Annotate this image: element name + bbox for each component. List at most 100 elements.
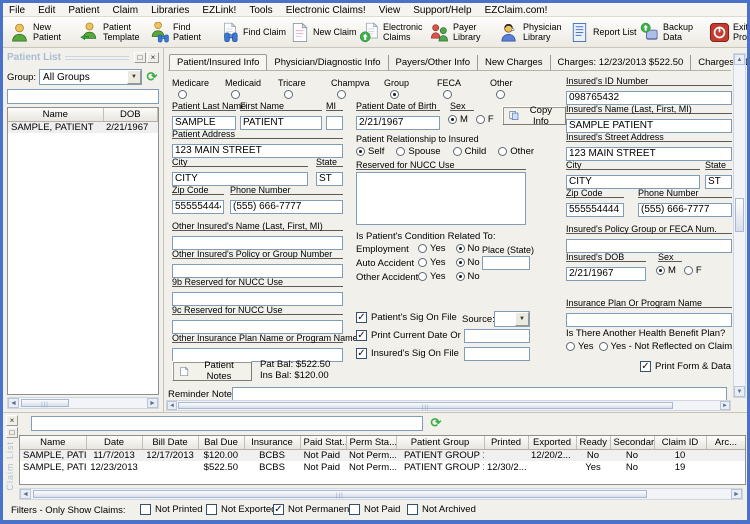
radio-f[interactable]: F	[475, 114, 494, 125]
checkbox-patients-sig-on-file[interactable]: ✓ Patient's Sig On File	[356, 312, 457, 323]
patient-state-input[interactable]	[316, 171, 343, 186]
radio-no[interactable]: No	[455, 243, 480, 254]
scroll-up-icon[interactable]: ▲	[734, 54, 745, 65]
nucc-9b-input[interactable]	[172, 291, 343, 306]
insured-id-input[interactable]	[566, 90, 732, 105]
patient-first-name-input[interactable]	[240, 115, 322, 130]
nucc-9c-input[interactable]	[172, 319, 343, 334]
print-date-input[interactable]	[464, 329, 530, 343]
column-header-bal-due[interactable]: Bal Due	[198, 436, 245, 450]
radio-m[interactable]: M	[448, 114, 468, 125]
patient-search-input[interactable]	[7, 89, 159, 104]
patient-list-hscrollbar[interactable]: ◄ ► |||	[7, 397, 159, 409]
insureds-sig-input[interactable]	[464, 347, 530, 361]
scroll-left-icon[interactable]: ◄	[8, 398, 19, 408]
copy-info-button[interactable]: Copy Info	[502, 105, 566, 127]
insured-state-input[interactable]	[705, 174, 732, 189]
checkbox-print-current-date[interactable]: ✓ Print Current Date Or	[356, 330, 461, 341]
scroll-left-icon[interactable]: ◄	[167, 401, 177, 410]
tab-charges-1[interactable]: Charges: 12/23/2013 $522.50	[551, 55, 692, 70]
radio-medicare[interactable]: Medicare	[172, 78, 225, 99]
radio-no[interactable]: No	[455, 257, 480, 268]
table-row-0[interactable]: SAMPLE, PATIENT 2/21/1967	[8, 121, 158, 133]
toolbar-find-claim[interactable]: Find Claim	[219, 22, 289, 43]
scroll-down-icon[interactable]: ▼	[734, 386, 745, 397]
column-header-name[interactable]: Name	[20, 436, 87, 450]
menu-electronic-claims[interactable]: Electronic Claims!	[286, 5, 366, 16]
radio-group[interactable]: Group	[384, 78, 437, 99]
radio-m[interactable]: M	[656, 265, 676, 276]
claim-search-input[interactable]	[31, 416, 423, 431]
menu-ezlink[interactable]: EZLink!	[202, 5, 236, 16]
column-header-paid-stat[interactable]: Paid Stat...	[300, 436, 347, 450]
radio-yes[interactable]: Yes	[418, 243, 446, 254]
table-row-0[interactable]: SAMPLE, PATI...11/7/201312/17/2013$120.0…	[20, 449, 745, 461]
toolbar-electronic-claims[interactable]: Electronic Claims	[359, 22, 429, 43]
toolbar-physician-library[interactable]: Physician Library	[499, 22, 569, 43]
column-header-patient-group[interactable]: Patient Group	[396, 436, 485, 450]
scroll-thumb[interactable]: |||	[178, 402, 674, 411]
radio-self[interactable]: Self	[356, 146, 384, 157]
column-header-secondary[interactable]: Secondary	[610, 436, 655, 450]
patient-dob-input[interactable]	[356, 115, 440, 130]
toolbar-patient-template[interactable]: Patient Template	[79, 22, 149, 43]
column-header-ready-fo[interactable]: Ready fo...	[576, 436, 611, 450]
insured-policy-input[interactable]	[566, 238, 732, 253]
scroll-right-icon[interactable]: ►	[147, 398, 158, 408]
panel-close-button[interactable]: ×	[147, 52, 159, 63]
tab-payers-other-info[interactable]: Payers/Other Info	[389, 55, 478, 70]
menu-libraries[interactable]: Libraries	[151, 5, 189, 16]
column-header-name[interactable]: Name	[8, 108, 104, 122]
radio-yes[interactable]: Yes	[418, 257, 446, 268]
other-insured-name-input[interactable]	[172, 235, 343, 250]
radio-tricare[interactable]: Tricare	[278, 78, 331, 99]
radio-spouse[interactable]: Spouse	[396, 146, 441, 157]
patient-last-name-input[interactable]	[172, 115, 236, 130]
insured-phone-input[interactable]	[638, 202, 732, 217]
column-header-insurance[interactable]: Insurance	[244, 436, 301, 450]
tab-patient-insured-info[interactable]: Patient/Insured Info	[169, 54, 268, 70]
toolbar-report-list[interactable]: Report List	[569, 22, 639, 43]
form-hscrollbar[interactable]: ◄ ► |||	[166, 400, 731, 411]
menu-tools[interactable]: Tools	[249, 5, 272, 16]
radio-champva[interactable]: Champva	[331, 78, 384, 99]
menu-ezclaim-com[interactable]: EZClaim.com!	[485, 5, 548, 16]
radio-feca[interactable]: FECA	[437, 78, 490, 99]
other-insured-policy-input[interactable]	[172, 263, 343, 278]
checkbox-not-exported[interactable]: Not Exported	[206, 504, 276, 515]
radio-other[interactable]: Other	[490, 78, 543, 99]
scroll-right-icon[interactable]: ►	[720, 401, 730, 410]
radio-yes-not-reflected-on-claim[interactable]: Yes - Not Reflected on Claim	[598, 341, 732, 352]
insured-dob-input[interactable]	[566, 266, 646, 281]
patient-notes-button[interactable]: Patient Notes	[172, 360, 252, 382]
patient-city-input[interactable]	[172, 171, 308, 186]
radio-f[interactable]: F	[683, 265, 702, 276]
scroll-thumb[interactable]: |||	[33, 490, 647, 499]
scroll-thumb[interactable]: |||	[21, 399, 69, 408]
menu-support-help[interactable]: Support/Help	[413, 5, 471, 16]
insurance-plan-input[interactable]	[566, 312, 732, 327]
tab-physician-diagnostic-info[interactable]: Physician/Diagnostic Info	[267, 55, 389, 70]
column-header-dob[interactable]: DOB	[103, 108, 158, 122]
toolbar-new-claim[interactable]: New Claim	[289, 22, 359, 43]
radio-other[interactable]: Other	[498, 146, 534, 157]
patient-phone-input[interactable]	[230, 199, 343, 214]
patient-zip-input[interactable]	[172, 199, 224, 214]
toolbar-backup-data[interactable]: Backup Data	[639, 22, 709, 43]
table-row-1[interactable]: SAMPLE, PATI...12/23/2013$522.50BCBSNot …	[20, 461, 745, 473]
radio-yes[interactable]: Yes	[418, 271, 446, 282]
patient-address-input[interactable]	[172, 143, 343, 158]
checkbox-not-printed[interactable]: Not Printed	[140, 504, 203, 515]
radio-yes[interactable]: Yes	[566, 341, 594, 352]
menu-claim[interactable]: Claim	[113, 5, 139, 16]
insured-name-input[interactable]	[566, 118, 732, 133]
reserved-nucc-textarea[interactable]	[356, 172, 526, 225]
column-header-date[interactable]: Date	[86, 436, 143, 450]
radio-child[interactable]: Child	[452, 146, 486, 157]
claim-panel-close-button[interactable]: ×	[6, 415, 18, 426]
menu-edit[interactable]: Edit	[38, 5, 55, 16]
toolbar-payer-library[interactable]: Payer Library	[429, 22, 499, 43]
column-header-arc[interactable]: Arc...	[706, 436, 745, 450]
column-header-claim-id[interactable]: Claim ID	[654, 436, 707, 450]
radio-no[interactable]: No	[455, 271, 480, 282]
